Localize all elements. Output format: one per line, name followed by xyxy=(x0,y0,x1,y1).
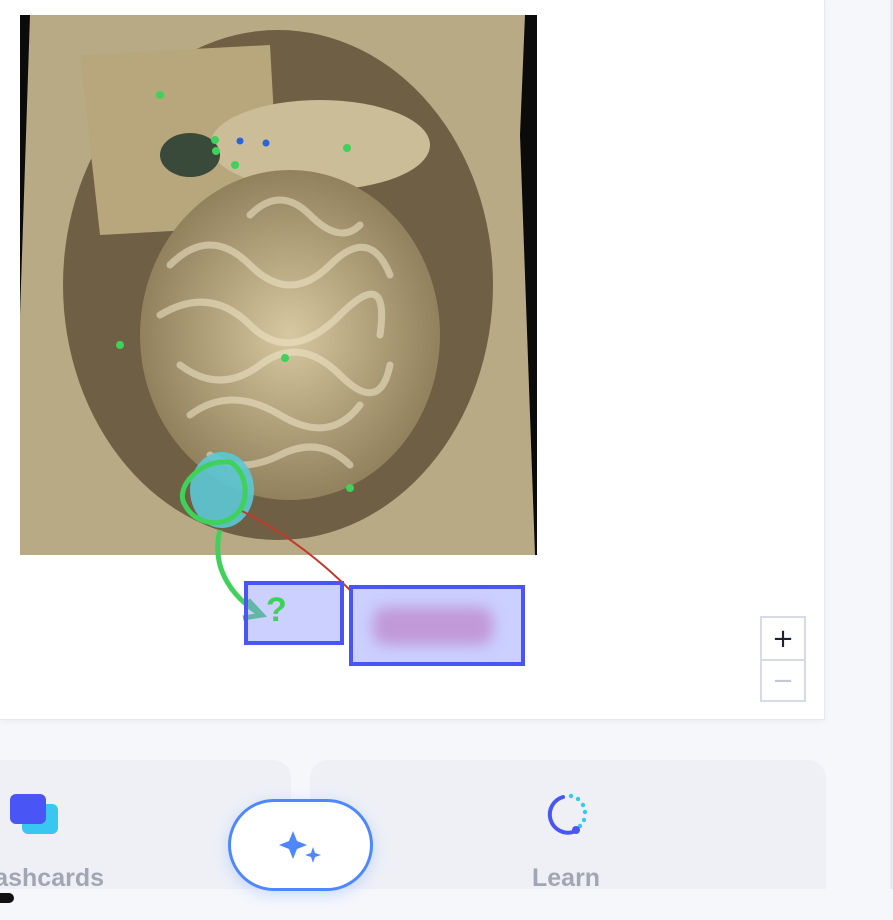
zoom-out-button[interactable]: − xyxy=(762,659,804,700)
sparkle-icon xyxy=(279,831,321,863)
bottom-fade xyxy=(0,889,893,920)
zoom-controls: + − xyxy=(760,616,806,702)
hidden-answer-label xyxy=(373,607,493,645)
zoom-in-button[interactable]: + xyxy=(762,618,804,659)
question-mark-annotation: ? xyxy=(266,591,287,629)
ai-assist-button[interactable] xyxy=(228,799,373,891)
flashcards-icon xyxy=(10,794,58,834)
anatomy-image xyxy=(20,15,537,555)
hotspot-label-left[interactable]: ? xyxy=(244,581,344,645)
edge-handle xyxy=(0,893,14,903)
abdomen-illustration xyxy=(20,15,537,555)
learn-icon xyxy=(547,793,588,835)
hotspot-label-right[interactable] xyxy=(349,585,525,666)
